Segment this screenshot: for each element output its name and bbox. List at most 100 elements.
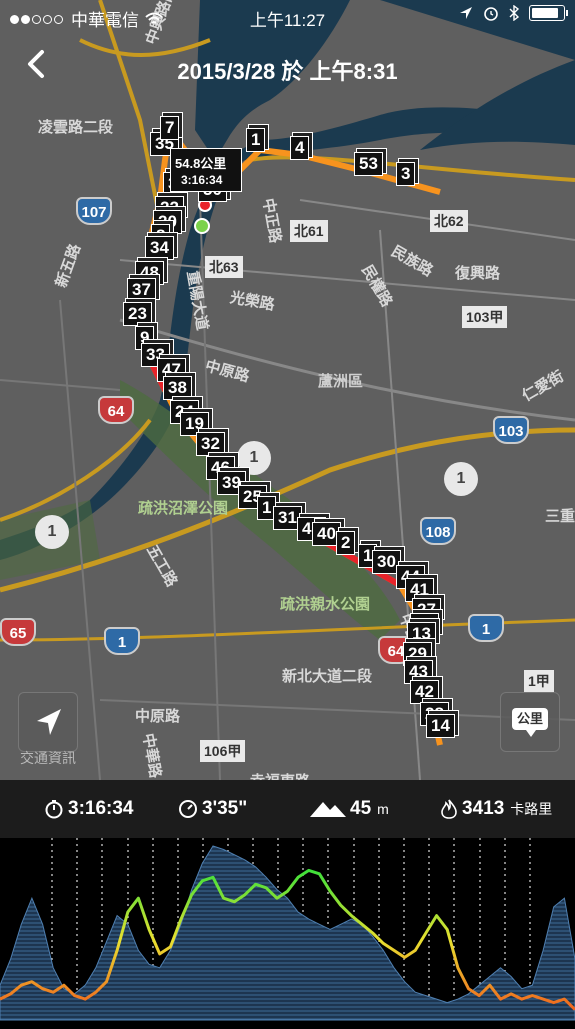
highway-shield: 64 — [98, 396, 134, 424]
pace-point — [404, 956, 406, 958]
pace-point — [244, 894, 246, 896]
pace-elevation-chart — [0, 838, 575, 1024]
stat-calories: 3413 卡路里 — [440, 798, 552, 820]
km-marker[interactable]: 14 — [426, 714, 455, 738]
callout-time: 3:16:34 — [181, 173, 223, 187]
pace-point — [372, 932, 374, 934]
route-label: 北62 — [430, 210, 468, 232]
road-label: 幸福東路 — [250, 770, 310, 780]
unit-label: 公里 — [512, 708, 548, 737]
pace-point — [531, 995, 533, 997]
pace-point — [382, 942, 384, 944]
pace-point — [350, 915, 352, 917]
alarm-icon — [484, 7, 498, 21]
flower-shield: 1 — [35, 515, 69, 549]
pace-point — [31, 981, 33, 983]
pace-point — [180, 918, 182, 920]
pace-point — [137, 897, 139, 899]
km-marker[interactable]: 2 — [336, 531, 356, 555]
km-marker[interactable]: 53 — [354, 152, 383, 176]
pace-point — [52, 991, 54, 993]
km-marker[interactable]: 7 — [160, 116, 180, 140]
unit-toggle-button[interactable]: 公里 — [500, 692, 560, 752]
pace-point — [287, 890, 289, 892]
pace-point — [563, 998, 565, 1000]
speedometer-icon — [179, 800, 197, 818]
pace-point — [223, 897, 225, 899]
km-marker[interactable]: 42 — [410, 680, 439, 704]
duration-value: 3:16:34 — [68, 798, 134, 819]
battery-fill — [532, 8, 559, 18]
km-marker[interactable]: 3 — [396, 162, 416, 186]
km-marker[interactable]: 34 — [145, 236, 174, 260]
stat-elevation: 45 m — [310, 798, 389, 820]
district-label: 蘆洲區 — [318, 373, 364, 390]
pace-point — [148, 929, 150, 931]
distance-callout: 54.8公里 3:16:34 — [170, 148, 242, 192]
battery-icon — [529, 5, 568, 21]
flower-shield: 1 — [237, 441, 271, 475]
pace-point — [84, 998, 86, 1000]
calories-unit: 卡路里 — [510, 801, 553, 817]
pace-point — [201, 880, 203, 882]
route-label: 1甲 — [524, 670, 554, 692]
pace-point — [553, 1002, 555, 1004]
callout-distance: 54.8公里 — [175, 156, 227, 171]
route-label: 北61 — [290, 220, 328, 242]
pace-point — [308, 869, 310, 871]
status-bar: 中華電信 上午11:27 — [0, 0, 575, 32]
pace-point — [489, 984, 491, 986]
pace-point — [542, 998, 544, 1000]
pace-point — [393, 949, 395, 951]
road-label: 三重 — [545, 508, 575, 525]
elevation-value: 45 — [350, 798, 372, 819]
km-marker[interactable]: 4 — [290, 136, 310, 160]
pace-point — [106, 981, 108, 983]
km-marker[interactable]: 1 — [246, 128, 266, 152]
km-marker[interactable]: 37 — [127, 278, 156, 302]
page-title: 2015/3/28 於 上午8:31 — [177, 59, 398, 84]
map-view[interactable]: 凌雲路二段 中興路四段 中正路 民族路 復興路 民權路 光榮路 中原路 蘆洲區 … — [0, 0, 575, 780]
highway-shield: 65 — [0, 618, 36, 646]
chart-svg — [0, 838, 575, 1024]
park-label: 疏洪親水公園 — [280, 596, 371, 613]
km-marker[interactable]: 32 — [196, 432, 225, 456]
pace-point — [95, 991, 97, 993]
pace-point — [276, 897, 278, 899]
bluetooth-icon — [509, 5, 519, 21]
highway-shield: 107 — [76, 197, 112, 225]
pace-point — [500, 998, 502, 1000]
road-label: 復興路 — [455, 265, 501, 282]
pace-point — [457, 967, 459, 969]
pace-point — [446, 929, 448, 931]
stat-pace: 3'35" — [178, 798, 247, 820]
pace-point — [63, 984, 65, 986]
road-label: 中原路 — [135, 708, 181, 725]
pace-value: 3'35" — [202, 798, 248, 819]
pace-point — [478, 995, 480, 997]
km-marker[interactable]: 23 — [123, 302, 152, 326]
road-label: 新北大道二段 — [282, 668, 373, 685]
calories-value: 3413 — [462, 798, 505, 819]
traffic-info-label[interactable]: 交通資訊 — [20, 748, 76, 768]
pace-point — [510, 993, 512, 995]
pace-point — [116, 949, 118, 951]
pace-point — [521, 998, 523, 1000]
elevation-unit: m — [377, 801, 389, 817]
location-arrow-icon — [37, 709, 61, 735]
route-label: 103甲 — [462, 306, 508, 328]
pace-point — [159, 953, 161, 955]
pace-point — [10, 993, 12, 995]
pace-point — [265, 887, 267, 889]
highway-shield: 1 — [468, 614, 504, 642]
pace-point — [42, 988, 44, 990]
pace-point — [468, 988, 470, 990]
pace-point — [425, 932, 427, 934]
flower-shield: 1 — [444, 462, 478, 496]
pace-point — [361, 923, 363, 925]
pace-point — [340, 904, 342, 906]
km-marker[interactable]: 38 — [163, 376, 192, 400]
location-button[interactable] — [18, 692, 78, 752]
pace-point — [127, 911, 129, 913]
nav-bar: 2015/3/28 於 上午8:31 — [0, 32, 575, 96]
